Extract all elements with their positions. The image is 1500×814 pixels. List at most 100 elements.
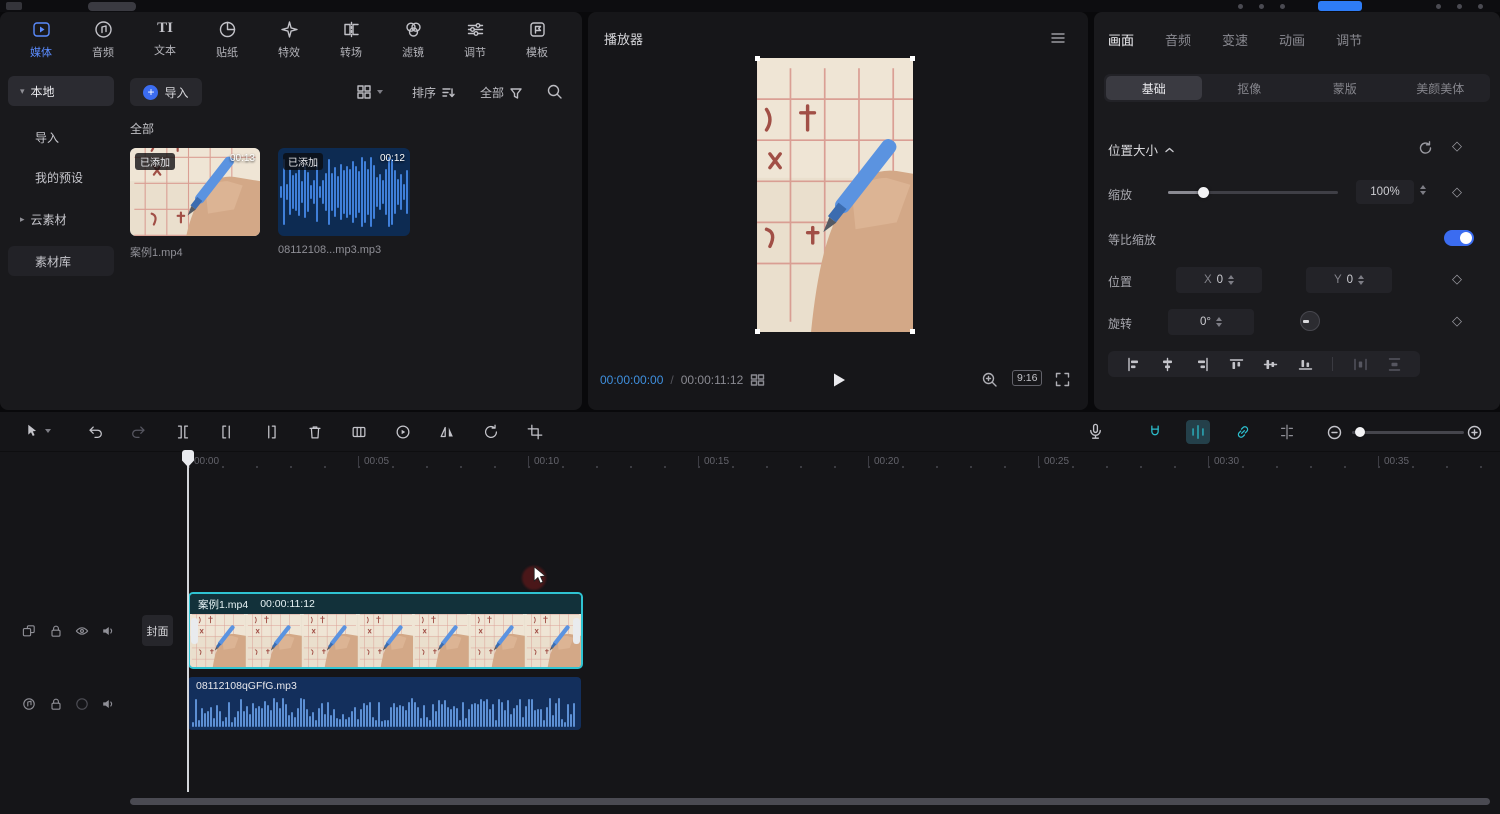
overlay-track-icon[interactable]	[21, 623, 37, 639]
distribute-horizontal-icon[interactable]	[1353, 357, 1368, 372]
sidebar-item-local[interactable]: ▾ 本地	[8, 76, 114, 106]
clip-trim-handle-left[interactable]	[191, 618, 198, 644]
undo-icon[interactable]	[86, 423, 104, 441]
tab-adjust[interactable]: 调节	[444, 20, 506, 60]
trim-left-icon[interactable]	[218, 423, 236, 441]
horizontal-scrollbar[interactable]	[130, 798, 1490, 805]
sidebar-item-library[interactable]: 素材库	[8, 246, 114, 276]
search-button[interactable]	[546, 83, 563, 100]
window-controls[interactable]	[1436, 4, 1483, 9]
sort-button[interactable]: 排序	[412, 84, 456, 101]
export-button[interactable]	[1318, 1, 1362, 11]
tab-adjustment[interactable]: 调节	[1336, 30, 1362, 49]
import-button[interactable]: + 导入	[130, 78, 202, 106]
cover-button[interactable]: 封面	[142, 615, 173, 646]
fullscreen-icon[interactable]	[1054, 371, 1071, 388]
freeze-frame-icon[interactable]	[350, 423, 368, 441]
select-tool[interactable]	[22, 422, 51, 440]
audio-track-icon[interactable]	[21, 696, 37, 712]
tab-picture[interactable]: 画面	[1108, 30, 1134, 49]
tab-effects[interactable]: 特效	[258, 20, 320, 60]
auto-snap-toggle[interactable]	[1186, 420, 1210, 444]
subtab-beauty[interactable]: 美颜美体	[1393, 76, 1489, 100]
timeline-ruler[interactable]: 00:0000:0500:1000:1500:2000:2500:3000:35	[0, 454, 1500, 472]
tab-speed[interactable]: 变速	[1222, 30, 1248, 49]
record-voice-icon[interactable]	[1086, 422, 1105, 441]
split-icon[interactable]	[174, 423, 192, 441]
preview-axis-toggle[interactable]	[1278, 423, 1296, 441]
subtab-basic[interactable]: 基础	[1106, 76, 1202, 100]
player-menu-icon[interactable]	[1050, 30, 1066, 46]
rotation-value-box[interactable]: 0°	[1168, 309, 1254, 335]
align-right-icon[interactable]	[1195, 357, 1210, 372]
x-stepper[interactable]	[1228, 275, 1234, 285]
lock-audio-track-icon[interactable]	[48, 696, 64, 712]
tab-sticker[interactable]: 贴纸	[196, 20, 258, 60]
align-bottom-icon[interactable]	[1298, 357, 1313, 372]
sidebar-item-cloud[interactable]: ▸ 云素材	[8, 204, 114, 234]
tab-text[interactable]: TI 文本	[134, 20, 196, 60]
crop-icon[interactable]	[526, 423, 544, 441]
disabled-toggle-icon[interactable]	[74, 696, 90, 712]
frame-grid-icon[interactable]	[750, 372, 765, 387]
subtab-mask[interactable]: 蒙版	[1297, 76, 1393, 100]
mute-track-icon[interactable]	[100, 623, 116, 639]
tab-templates[interactable]: 模板	[506, 20, 568, 60]
scale-slider-thumb[interactable]	[1198, 187, 1209, 198]
sidebar-item-presets[interactable]: 我的预设	[8, 162, 114, 192]
playhead-line[interactable]	[187, 454, 189, 792]
align-middle-vertical-icon[interactable]	[1263, 357, 1278, 372]
keyframe-diamond-icon[interactable]: ◇	[1452, 313, 1462, 329]
scale-stepper[interactable]	[1420, 185, 1426, 195]
aspect-ratio-button[interactable]: 9:16	[1012, 370, 1042, 386]
scale-value-box[interactable]: 100%	[1356, 180, 1414, 204]
align-top-icon[interactable]	[1229, 357, 1244, 372]
rotate-icon[interactable]	[482, 423, 500, 441]
keyframe-diamond-icon[interactable]: ◇	[1452, 138, 1462, 154]
align-center-horizontal-icon[interactable]	[1160, 357, 1175, 372]
align-left-icon[interactable]	[1126, 357, 1141, 372]
clip-trim-handle-right[interactable]	[573, 618, 580, 644]
view-mode-dropdown[interactable]	[356, 84, 383, 100]
audio-clip[interactable]: 08112108qGFfG.mp3	[188, 677, 581, 730]
tab-audio[interactable]: 音频	[72, 20, 134, 60]
tab-media[interactable]: 媒体	[10, 20, 72, 60]
zoom-in-icon[interactable]	[1466, 424, 1483, 441]
reset-icon[interactable]	[1418, 140, 1433, 155]
media-item-audio[interactable]: 已添加 00:12 08112108...mp3.mp3	[278, 148, 410, 256]
uniform-scale-toggle[interactable]	[1444, 230, 1474, 246]
play-button[interactable]	[828, 370, 848, 390]
rotation-stepper[interactable]	[1216, 317, 1222, 327]
hide-track-icon[interactable]	[74, 623, 90, 639]
trim-right-icon[interactable]	[262, 423, 280, 441]
tab-filters[interactable]: 滤镜	[382, 20, 444, 60]
delete-icon[interactable]	[306, 423, 324, 441]
filter-dropdown[interactable]: 全部	[480, 84, 523, 101]
selection-handle[interactable]	[910, 56, 915, 61]
selection-handle[interactable]	[910, 329, 915, 334]
video-preview[interactable]	[757, 58, 913, 332]
keyframe-diamond-icon[interactable]: ◇	[1452, 184, 1462, 200]
main-track-magnet-toggle[interactable]	[1146, 423, 1164, 441]
titlebar-icon[interactable]	[1259, 4, 1264, 9]
mirror-icon[interactable]	[438, 423, 456, 441]
reverse-icon[interactable]	[394, 423, 412, 441]
tab-animation[interactable]: 动画	[1279, 30, 1305, 49]
position-y-box[interactable]: Y 0	[1306, 267, 1392, 293]
zoom-out-icon[interactable]	[1326, 424, 1343, 441]
keyframe-diamond-icon[interactable]: ◇	[1452, 271, 1462, 287]
selection-handle[interactable]	[755, 329, 760, 334]
link-toggle[interactable]	[1234, 423, 1252, 441]
tab-audio-props[interactable]: 音频	[1165, 30, 1191, 49]
subtab-keying[interactable]: 抠像	[1202, 76, 1298, 100]
selection-handle[interactable]	[755, 56, 760, 61]
lock-track-icon[interactable]	[48, 623, 64, 639]
video-clip[interactable]: 案例1.mp4 00:00:11:12	[188, 592, 583, 669]
titlebar-menu-pill[interactable]	[88, 2, 136, 11]
y-stepper[interactable]	[1358, 275, 1364, 285]
sidebar-item-import[interactable]: 导入	[8, 122, 114, 152]
redo-icon[interactable]	[130, 423, 148, 441]
titlebar-icon[interactable]	[1238, 4, 1243, 9]
timeline-zoom-thumb[interactable]	[1355, 427, 1365, 437]
mute-audio-track-icon[interactable]	[100, 696, 116, 712]
